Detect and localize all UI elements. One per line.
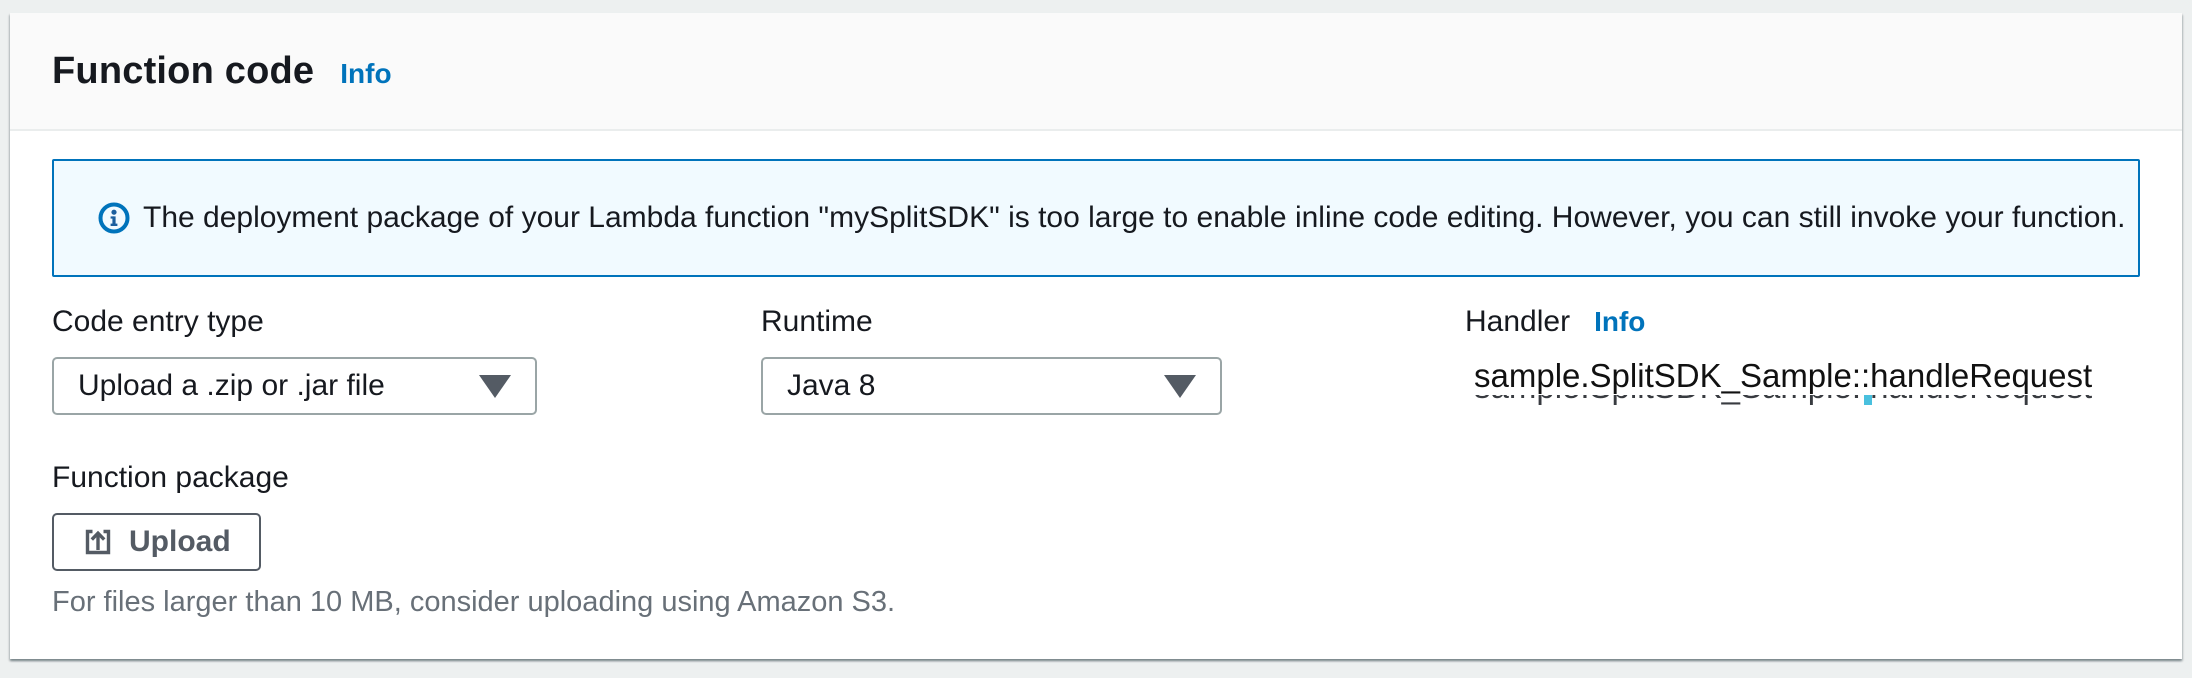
upload-icon [82,526,114,558]
info-circle-icon [98,202,130,234]
chevron-down-icon [1164,375,1196,398]
info-alert: The deployment package of your Lambda fu… [52,159,2140,277]
code-entry-type-label: Code entry type [52,303,537,341]
function-package-label: Function package [52,459,2140,497]
code-entry-type-select[interactable]: Upload a .zip or .jar file [52,357,537,415]
code-entry-type-value: Upload a .zip or .jar file [78,369,385,403]
upload-button[interactable]: Upload [52,513,261,571]
runtime-select[interactable]: Java 8 [761,357,1222,415]
panel-header: Function code Info [10,13,2182,131]
handler-clipped-text-artifact: sample.SplitSDK_Sample::handleRequest [1465,395,2140,405]
function-code-panel: Function code Info The deployment packag… [10,13,2182,659]
handler-label: Handler [1465,303,1570,341]
handler-value: sample.SplitSDK_Sample::handleRequest [1465,357,2140,395]
alert-message: The deployment package of your Lambda fu… [143,200,2125,236]
chevron-down-icon [479,375,511,398]
panel-body: The deployment package of your Lambda fu… [10,131,2182,619]
field-code-entry-type: Code entry type Upload a .zip or .jar fi… [52,303,537,415]
function-package-section: Function package Upload For files larger… [52,459,2140,619]
panel-title: Function code [52,50,314,93]
field-handler: Handler Info sample.SplitSDK_Sample::han… [1465,303,2140,415]
handler-info-link[interactable]: Info [1594,306,1645,338]
fields-row: Code entry type Upload a .zip or .jar fi… [52,303,2140,415]
runtime-label: Runtime [761,303,1222,341]
runtime-value: Java 8 [787,369,875,403]
text-caret-icon [1864,395,1872,405]
upload-button-label: Upload [129,525,231,559]
field-runtime: Runtime Java 8 [761,303,1222,415]
handler-clipped-text: sample.SplitSDK_Sample::handleRequest [1474,395,2140,405]
handler-label-row: Handler Info [1465,303,2140,341]
upload-helper-text: For files larger than 10 MB, consider up… [52,586,2140,619]
function-code-info-link[interactable]: Info [340,58,391,90]
